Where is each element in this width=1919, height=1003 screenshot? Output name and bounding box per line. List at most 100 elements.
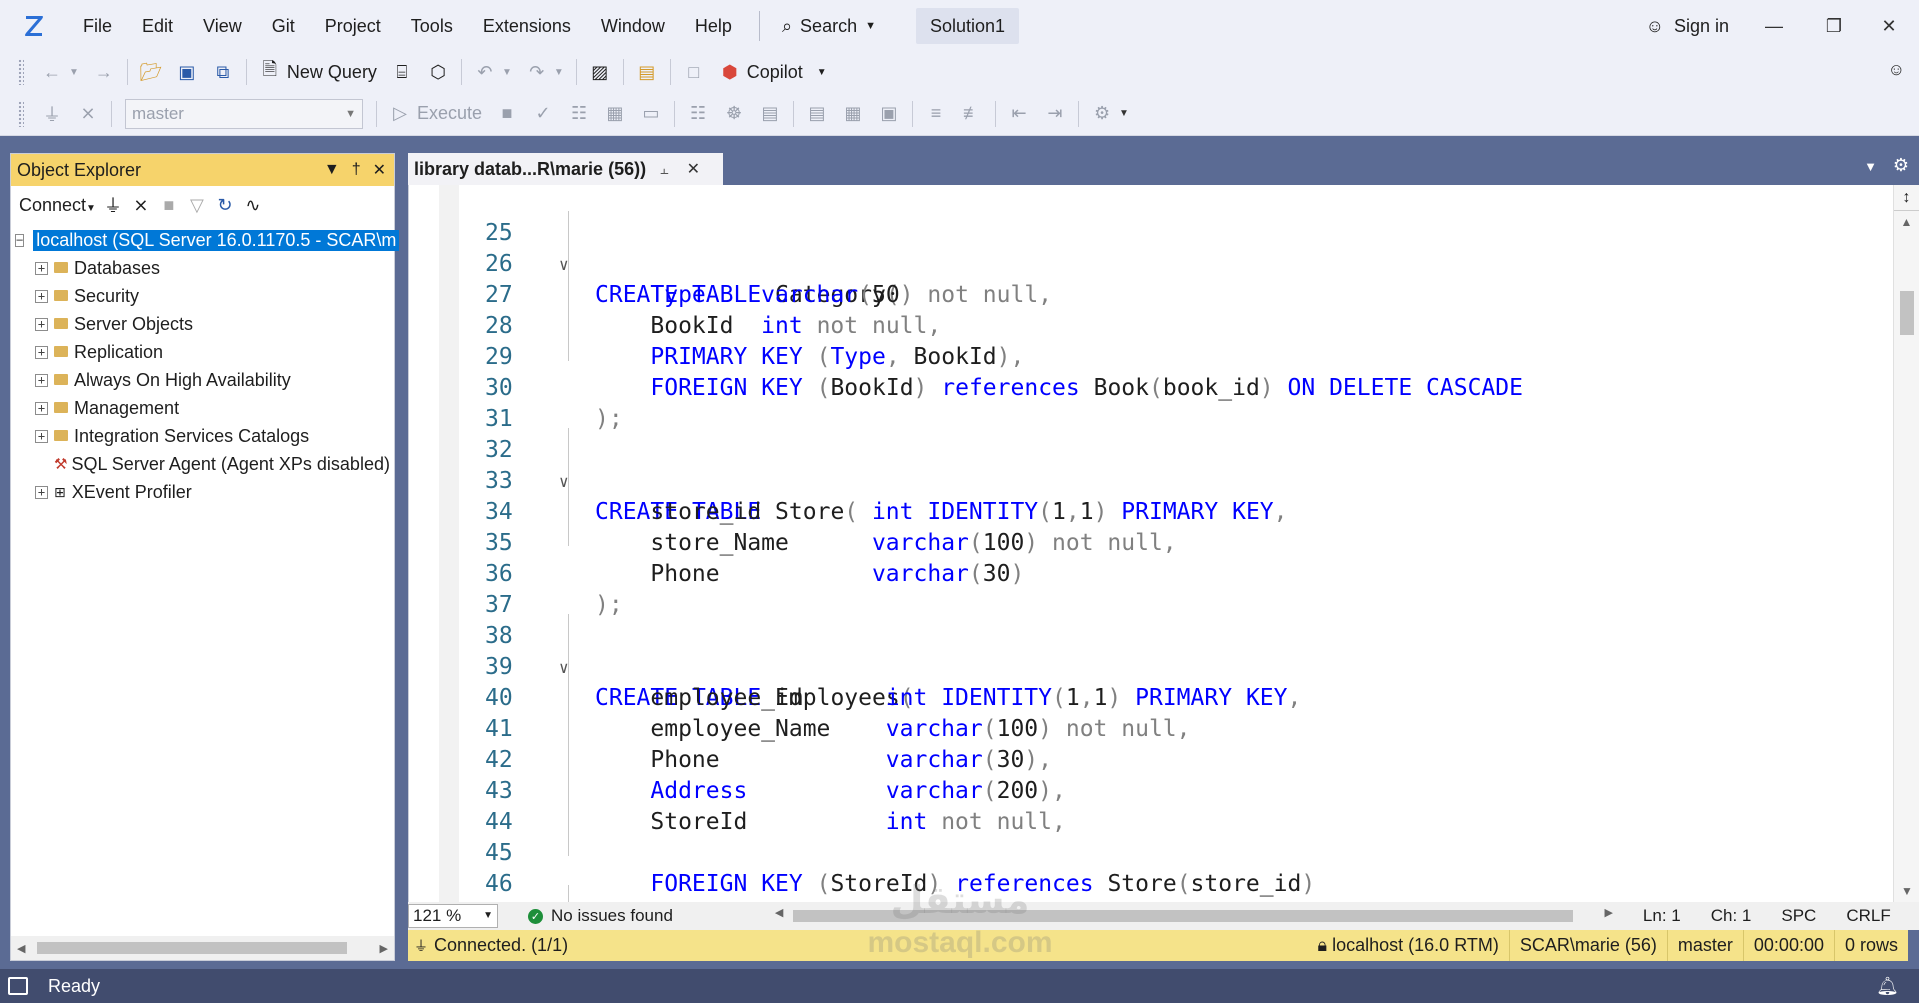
feedback-icon[interactable]: ☺ — [1888, 60, 1905, 80]
split-window-icon[interactable]: ↕ — [1894, 185, 1919, 211]
tree-node-always-on[interactable]: + Always On High Availability — [11, 366, 394, 394]
expand-icon[interactable]: + — [35, 485, 48, 499]
zoom-select[interactable]: 121 % ▼ — [408, 904, 498, 928]
forward-button[interactable]: → — [86, 56, 122, 88]
line-ending-indicator[interactable]: CRLF — [1846, 906, 1890, 926]
menu-project[interactable]: Project — [310, 0, 396, 52]
close-tab-button[interactable]: ✕ — [687, 159, 700, 179]
results-to-grid-button[interactable]: ▦ — [835, 98, 871, 130]
save-all-button[interactable]: ⧉ — [205, 56, 241, 88]
expand-icon[interactable]: + — [35, 261, 48, 275]
column-indicator[interactable]: Ch: 1 — [1711, 906, 1752, 926]
menu-git[interactable]: Git — [257, 0, 310, 52]
toolbar-grip[interactable] — [18, 59, 24, 85]
analysis-query-button[interactable]: ⬡ — [420, 56, 456, 88]
menu-tools[interactable]: Tools — [396, 0, 468, 52]
estimated-plan-button[interactable]: ☷ — [561, 98, 597, 130]
scrollbar-thumb[interactable] — [792, 910, 1573, 922]
close-window-button[interactable]: ✕ — [1859, 0, 1919, 52]
scrollbar-thumb[interactable] — [37, 942, 347, 954]
issues-indicator[interactable]: ✓ No issues found — [528, 906, 673, 926]
editor-vscrollbar[interactable]: ↕ ▲ ▼ — [1893, 185, 1919, 902]
toolbar-grip[interactable] — [18, 100, 24, 127]
tree-node-replication[interactable]: + Replication — [11, 338, 394, 366]
activity-monitor-button[interactable]: ▨ — [582, 56, 618, 88]
collapse-icon[interactable]: − — [15, 233, 25, 247]
line-indicator[interactable]: Ln: 1 — [1643, 906, 1681, 926]
cancel-query-button[interactable]: ■ — [489, 98, 525, 130]
tree-node-server[interactable]: − localhost (SQL Server 16.0.1170.5 - SC… — [11, 226, 400, 254]
tab-list-dropdown[interactable]: ▼ — [1864, 159, 1877, 174]
results-to-text-button[interactable]: ▤ — [799, 98, 835, 130]
editor-hscrollbar[interactable]: ◀ ▶ — [775, 904, 1613, 928]
solution-name-badge[interactable]: Solution1 — [915, 8, 1020, 44]
sign-in-button[interactable]: ☺ Sign in — [1646, 0, 1729, 52]
scroll-up-icon[interactable]: ▲ — [1894, 211, 1919, 233]
activity-pulse-icon[interactable]: ∿ — [242, 194, 264, 216]
menu-help[interactable]: Help — [680, 0, 747, 52]
scroll-left-icon[interactable]: ◀ — [17, 942, 25, 955]
expand-icon[interactable]: + — [35, 429, 48, 443]
menu-window[interactable]: Window — [586, 0, 680, 52]
query-designer-button[interactable]: ▦ — [597, 98, 633, 130]
expand-icon[interactable]: + — [35, 345, 48, 359]
increase-indent-button[interactable]: ⇥ — [1037, 98, 1073, 130]
sql-code-editor[interactable]: 25 ∨ CREATE TABLE Category( 26 Type varc… — [408, 185, 1919, 928]
menu-edit[interactable]: Edit — [127, 0, 188, 52]
expand-icon[interactable]: + — [35, 401, 48, 415]
scroll-right-icon[interactable]: ▶ — [1604, 906, 1612, 919]
tree-node-databases[interactable]: + Databases — [11, 254, 394, 282]
stop-icon[interactable]: ■ — [158, 194, 180, 216]
uncomment-button[interactable]: ≢ — [954, 98, 990, 130]
redo-button[interactable]: ↷ ▼ — [519, 56, 571, 88]
tree-node-security[interactable]: + Security — [11, 282, 394, 310]
client-stats-button[interactable]: ▤ — [752, 98, 788, 130]
refresh-icon[interactable]: ↻ — [214, 194, 236, 216]
back-button[interactable]: ← ▼ — [34, 56, 86, 88]
actual-plan-button[interactable]: ☸ — [716, 98, 752, 130]
execute-button[interactable]: ▷ Execute — [382, 98, 489, 130]
object-explorer-hscrollbar[interactable]: ◀ ▶ — [11, 936, 394, 960]
connect-plug-icon[interactable]: ⏚ — [102, 194, 124, 216]
query-options-button[interactable]: ▭ — [633, 98, 669, 130]
tree-node-sql-agent[interactable]: ⚒ SQL Server Agent (Agent XPs disabled) — [11, 450, 394, 478]
connect-dropdown[interactable]: Connect▼ — [19, 195, 96, 216]
gear-icon[interactable]: ⚙ — [1893, 155, 1909, 176]
scroll-down-icon[interactable]: ▼ — [1894, 884, 1919, 898]
copilot-button[interactable]: ⬢ Copilot — [712, 56, 810, 88]
scroll-left-icon[interactable]: ◀ — [775, 906, 783, 919]
parse-button[interactable]: ✓ — [525, 98, 561, 130]
database-select[interactable]: master ▼ — [125, 98, 363, 129]
expand-icon[interactable]: + — [35, 317, 48, 331]
restore-button[interactable]: ❐ — [1804, 0, 1864, 52]
properties-button[interactable]: □ — [676, 56, 712, 88]
connect-button[interactable]: ⏚ — [34, 98, 70, 130]
database-engine-query-button[interactable]: ⌸ — [384, 56, 420, 88]
decrease-indent-button[interactable]: ⇤ — [1001, 98, 1037, 130]
comment-button[interactable]: ≡ — [918, 98, 954, 130]
pin-icon[interactable]: † — [352, 161, 361, 179]
menu-view[interactable]: View — [188, 0, 257, 52]
intellisense-button[interactable]: ☷ — [680, 98, 716, 130]
window-position-button[interactable]: ▼ — [324, 161, 340, 179]
minimize-button[interactable]: — — [1744, 0, 1804, 52]
tab-query-document[interactable]: library datab...R\marie (56)) ⫠ ✕ — [408, 153, 723, 185]
tree-node-xevent-profiler[interactable]: + ⊞ XEvent Profiler — [11, 478, 394, 506]
object-explorer-button[interactable]: ▤ — [629, 56, 665, 88]
search-button[interactable]: ⌕ Search ▼ — [772, 8, 886, 44]
open-file-button[interactable]: 📂︎ — [133, 56, 169, 88]
expand-icon[interactable]: + — [35, 373, 48, 387]
filter-icon[interactable]: ▽ — [186, 194, 208, 216]
specify-values-button[interactable]: ⚙ ▼ — [1084, 98, 1136, 130]
menu-file[interactable]: File — [68, 0, 127, 52]
undo-button[interactable]: ↶ ▼ — [467, 56, 519, 88]
scrollbar-thumb[interactable] — [1900, 291, 1914, 335]
tree-node-management[interactable]: + Management — [11, 394, 394, 422]
menu-extensions[interactable]: Extensions — [468, 0, 586, 52]
tree-node-server-objects[interactable]: + Server Objects — [11, 310, 394, 338]
tree-node-integration-services[interactable]: + Integration Services Catalogs — [11, 422, 394, 450]
toolbar-overflow-button[interactable]: ▼ — [810, 56, 834, 88]
output-window-icon[interactable] — [8, 977, 28, 995]
pin-icon[interactable]: ⫠ — [660, 161, 668, 178]
scroll-right-icon[interactable]: ▶ — [380, 942, 388, 955]
